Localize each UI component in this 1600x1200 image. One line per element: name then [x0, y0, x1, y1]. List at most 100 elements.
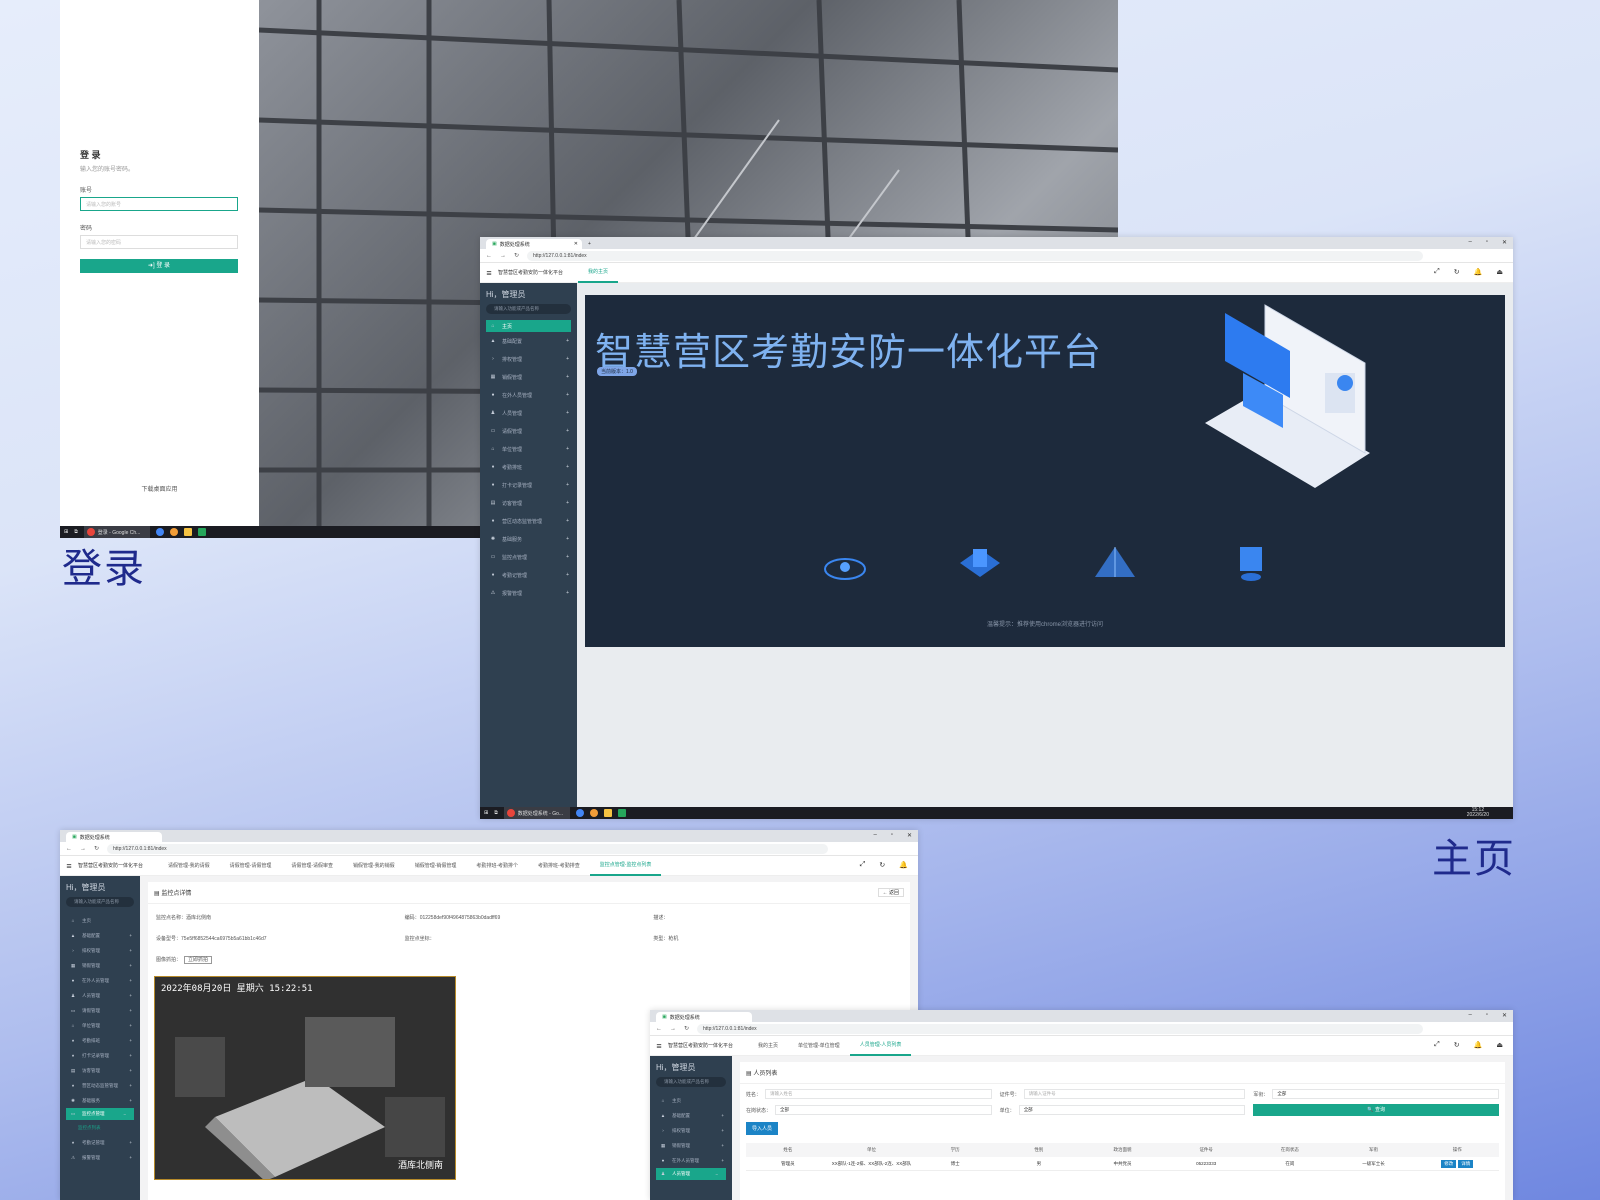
- sidebar-item[interactable]: ● 在外人员管理 +: [480, 386, 577, 404]
- sidebar-item[interactable]: ▦ 销假管理 +: [480, 368, 577, 386]
- sidebar-item[interactable]: ▤ 访客管理 +: [480, 494, 577, 512]
- download-app-link[interactable]: 下载桌面应用: [60, 484, 259, 493]
- maximize-icon[interactable]: ▫: [891, 832, 893, 839]
- minimize-icon[interactable]: –: [1468, 239, 1471, 246]
- page-tab[interactable]: 考勤排班-考勤排查: [528, 856, 590, 876]
- edit-button[interactable]: 修改: [1441, 1159, 1457, 1168]
- window-close-icon[interactable]: ✕: [1502, 1012, 1507, 1019]
- bell-icon[interactable]: 🔔: [899, 861, 908, 869]
- sidebar-item[interactable]: ● 在外人员管理 +: [650, 1153, 732, 1168]
- sidebar-item[interactable]: › 排权管理 +: [650, 1123, 732, 1138]
- back-icon[interactable]: ←: [656, 1026, 662, 1032]
- browser-tab[interactable]: ▣ 数据处理系统 ✕: [486, 239, 582, 249]
- tab-close-icon[interactable]: ✕: [574, 241, 578, 247]
- sidebar-item[interactable]: ♟ 人员管理 +: [480, 404, 577, 422]
- new-tab-icon[interactable]: +: [588, 241, 591, 247]
- page-tab[interactable]: 请假管理-请假管理: [220, 856, 282, 876]
- account-input[interactable]: 请输入您的账号: [80, 197, 238, 211]
- page-tab[interactable]: 请假管理-请假审查: [281, 856, 343, 876]
- sidebar-item[interactable]: ▲ 基础配置 +: [480, 332, 577, 350]
- sidebar-item[interactable]: › 排权管理 +: [480, 350, 577, 368]
- sidebar-item-home[interactable]: ⌂ 主页: [60, 913, 140, 928]
- back-icon[interactable]: ←: [486, 253, 492, 259]
- window-close-icon[interactable]: ✕: [907, 832, 912, 839]
- detail-button[interactable]: 详情: [1458, 1159, 1474, 1168]
- clock[interactable]: 15:12 2022/6/20: [1467, 808, 1489, 818]
- window-close-icon[interactable]: ✕: [1502, 239, 1507, 246]
- page-tab[interactable]: 请假管理-我的请假: [158, 856, 220, 876]
- sidebar-item-home[interactable]: ⌂ 主页: [486, 320, 571, 332]
- reload-icon[interactable]: ↻: [684, 1025, 689, 1032]
- sidebar-item[interactable]: ● 在外人员管理 +: [60, 973, 140, 988]
- forward-icon[interactable]: →: [670, 1026, 676, 1032]
- task-view-icon[interactable]: ⧉: [494, 810, 498, 816]
- bell-icon[interactable]: 🔔: [1474, 1041, 1483, 1049]
- forward-icon[interactable]: →: [80, 846, 86, 852]
- unit-select[interactable]: 全部: [1018, 1105, 1246, 1115]
- hamburger-menu-icon[interactable]: ≡: [480, 268, 498, 278]
- chrome-app-icon[interactable]: [155, 528, 164, 536]
- url-input[interactable]: http://127.0.0.1:81/index: [527, 250, 1423, 261]
- page-tab[interactable]: 销假管理-销假管理: [405, 856, 467, 876]
- sidebar-item[interactable]: ▲ 基础配置 +: [650, 1108, 732, 1123]
- query-button[interactable]: 🔍 查询: [1253, 1104, 1500, 1116]
- hbuilder-icon[interactable]: [197, 528, 206, 536]
- sidebar-item[interactable]: ⌂ 单位管理 +: [60, 1018, 140, 1033]
- sidebar-item[interactable]: ♦ 考勤排班 +: [480, 458, 577, 476]
- sidebar-item[interactable]: ♟ 人员管理 +: [60, 988, 140, 1003]
- sidebar-item-home[interactable]: ⌂ 主页: [650, 1093, 732, 1108]
- back-button[interactable]: ← 返回: [877, 888, 904, 897]
- sidebar-item[interactable]: ♦ 考勤记管理 +: [480, 566, 577, 584]
- reload-icon[interactable]: ↻: [514, 252, 519, 259]
- import-people-button[interactable]: 导入人员: [746, 1122, 779, 1135]
- refresh-icon[interactable]: ↻: [879, 861, 885, 869]
- minimize-icon[interactable]: –: [873, 832, 876, 839]
- id-input[interactable]: 请输入证件号: [1023, 1089, 1246, 1099]
- page-tab[interactable]: 监控点管理-监控点列表: [589, 856, 662, 876]
- sidebar-item[interactable]: ▤ 访客管理 +: [60, 1063, 140, 1078]
- sidebar-item[interactable]: ♦ 营区动态监管管理 +: [60, 1078, 140, 1093]
- sidebar-item[interactable]: ⚠ 报警管理 +: [60, 1150, 140, 1165]
- sidebar-item[interactable]: ▭ 监控点管理 +: [480, 548, 577, 566]
- rank-select[interactable]: 全部: [1272, 1089, 1500, 1099]
- sidebar-item-people[interactable]: ♟ 人员管理 −: [656, 1168, 726, 1180]
- folder-icon[interactable]: [183, 528, 192, 536]
- bell-icon[interactable]: 🔔: [1474, 268, 1483, 276]
- sidebar-item[interactable]: ⚠ 报警管理 +: [480, 584, 577, 602]
- sidebar-item[interactable]: ✺ 基础服务 +: [60, 1093, 140, 1108]
- sidebar-search-input[interactable]: 请输入功能或产品名称: [66, 897, 134, 907]
- hamburger-menu-icon[interactable]: ≡: [650, 1041, 668, 1051]
- sidebar-item[interactable]: ▲ 基础配置 +: [60, 928, 140, 943]
- task-view-icon[interactable]: ⧉: [74, 529, 78, 535]
- sidebar-item[interactable]: ✺ 基础服务 +: [480, 530, 577, 548]
- sidebar-search-input[interactable]: 请输入功能或产品名称: [486, 304, 571, 314]
- app-icon[interactable]: [169, 528, 178, 536]
- name-input[interactable]: 请输入姓名: [765, 1089, 992, 1099]
- chrome-app-icon[interactable]: [575, 809, 584, 817]
- url-input[interactable]: http://127.0.0.1:81/index: [697, 1023, 1423, 1034]
- logout-icon[interactable]: ⏏: [1496, 1041, 1503, 1049]
- hbuilder-icon[interactable]: [617, 809, 626, 817]
- refresh-icon[interactable]: ↻: [1454, 268, 1460, 276]
- sidebar-item[interactable]: ♦ 考勤排班 +: [60, 1033, 140, 1048]
- sidebar-item[interactable]: ▦ 销假管理 +: [650, 1138, 732, 1153]
- sidebar-item[interactable]: ▦ 销假管理 +: [60, 958, 140, 973]
- page-tab[interactable]: 销假管理-我的销假: [343, 856, 405, 876]
- reload-icon[interactable]: ↻: [94, 845, 99, 852]
- page-tab[interactable]: 考勤排班-考勤排个: [466, 856, 528, 876]
- url-input[interactable]: http://127.0.0.1:81/index: [107, 843, 828, 854]
- maximize-icon[interactable]: ▫: [1486, 239, 1488, 246]
- page-tab[interactable]: 单位管理-单位管理: [788, 1036, 850, 1056]
- maximize-icon[interactable]: ▫: [1486, 1012, 1488, 1019]
- folder-icon[interactable]: [603, 809, 612, 817]
- windows-start-icon[interactable]: ⊞: [64, 529, 68, 535]
- minimize-icon[interactable]: –: [1468, 1012, 1471, 1019]
- sidebar-item[interactable]: ▭ 请假管理 +: [480, 422, 577, 440]
- password-input[interactable]: 请输入您的密码: [80, 235, 238, 249]
- page-tab-people[interactable]: 人员管理-人员列表: [849, 1036, 912, 1056]
- hamburger-menu-icon[interactable]: ≡: [60, 861, 78, 871]
- fullscreen-icon[interactable]: ⤢: [860, 861, 866, 869]
- refresh-icon[interactable]: ↻: [1454, 1041, 1460, 1049]
- sidebar-item[interactable]: ♦ 考勤记管理 +: [60, 1135, 140, 1150]
- sidebar-item[interactable]: ▭ 请假管理 +: [60, 1003, 140, 1018]
